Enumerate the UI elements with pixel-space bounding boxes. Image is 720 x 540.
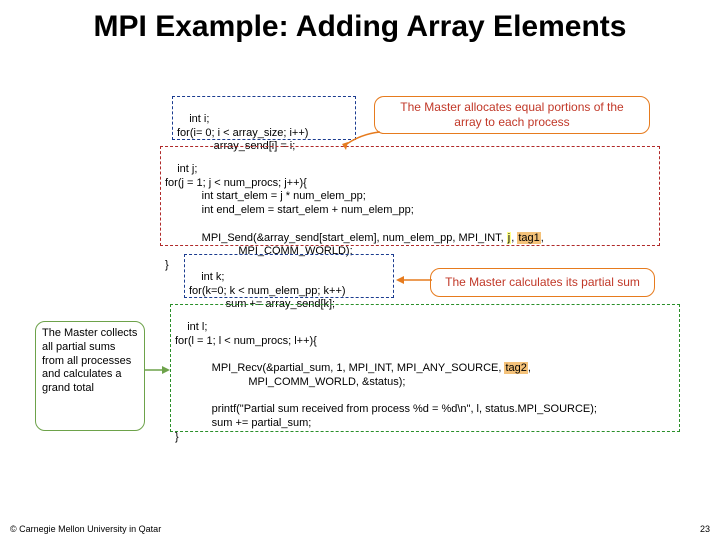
callout-partial-sum-text: The Master calculates its partial sum (445, 275, 640, 289)
code-recv-hl-tag2: tag2 (504, 362, 527, 374)
code-send-pre: int j; for(j = 1; j < num_procs; j++){ i… (165, 163, 507, 244)
content-area: int i; for(i= 0; i < array_size; i++) ar… (40, 96, 688, 496)
code-recv-pre: int l; for(l = 1; l < num_procs; l++){ M… (175, 321, 504, 374)
code-box-recv: int l; for(l = 1; l < num_procs; l++){ M… (170, 304, 680, 432)
callout-partial-sum: The Master calculates its partial sum (430, 268, 655, 297)
callout-allocate-text: The Master allocates equal portions of t… (400, 100, 623, 129)
page-number: 23 (700, 524, 710, 534)
page-title: MPI Example: Adding Array Elements (0, 0, 720, 51)
code-box-init: int i; for(i= 0; i < array_size; i++) ar… (172, 96, 356, 140)
footer-copyright: © Carnegie Mellon University in Qatar (10, 524, 161, 534)
code-recv-post: , MPI_COMM_WORLD, &status); printf("Part… (175, 362, 597, 443)
code-box-send: int j; for(j = 1; j < num_procs; j++){ i… (160, 146, 660, 246)
code-send-hl-tag1: tag1 (517, 232, 540, 244)
callout-allocate: The Master allocates equal portions of t… (374, 96, 650, 134)
callout-collect-text: The Master collects all partial sums fro… (42, 327, 137, 394)
code-box-sum: int k; for(k=0; k < num_elem_pp; k++) su… (184, 254, 394, 298)
callout-collect: The Master collects all partial sums fro… (35, 321, 145, 431)
